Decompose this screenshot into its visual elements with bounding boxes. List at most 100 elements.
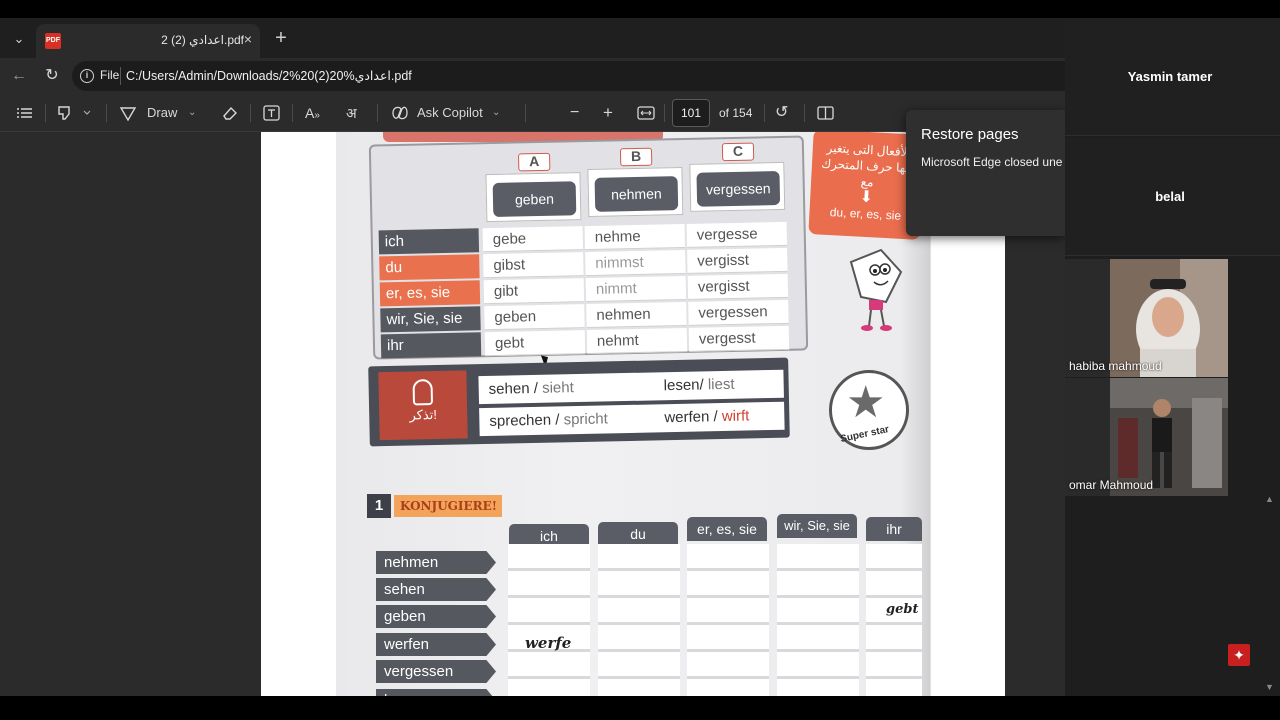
handwritten-answer: werfe <box>525 634 572 652</box>
url-field[interactable]: i File C:/Users/Admin/Downloads/2%20(2)2… <box>72 61 1065 91</box>
table-cell: gebe <box>482 226 584 253</box>
pdf-favicon-icon: PDF <box>45 33 61 49</box>
pronoun-wir-sie-sie: wir, Sie, sie <box>380 306 481 333</box>
table-cell: nehme <box>584 223 686 251</box>
table-cell: vergesst <box>688 325 790 352</box>
column-letter-c: C <box>721 142 755 162</box>
copilot-chevron-down-icon[interactable]: ⌄ <box>492 102 500 124</box>
conj-column <box>598 544 680 696</box>
url-divider <box>120 67 121 85</box>
lightbulb-icon <box>412 379 434 406</box>
highlight-icon[interactable] <box>56 102 96 124</box>
copilot-icon[interactable] <box>390 102 410 124</box>
tab-pdf[interactable]: PDF 2 اعدادي (2).pdf × <box>36 24 260 58</box>
screen: ⌄ PDF 2 اعدادي (2).pdf × + ← ↻ i File C:… <box>0 0 1280 720</box>
zoom-out-button[interactable]: − <box>570 102 579 124</box>
participant-video-tile[interactable]: omar Mahmoud <box>1065 378 1228 496</box>
pronoun-er-es-sie: er, es, sie <box>379 280 481 307</box>
conj-column <box>508 544 590 696</box>
address-bar: ← ↻ i File C:/Users/Admin/Downloads/2%20… <box>0 58 1065 94</box>
participant-tile[interactable]: Yasmin tamer <box>1065 18 1280 136</box>
conj-verb-label: nehmen <box>376 551 496 574</box>
column-verb-label: nehmen <box>594 176 679 212</box>
tip-line-2: sprechen / spricht werfen / wirft <box>479 401 785 437</box>
tip-word-alt: wirft <box>721 407 750 426</box>
exercise-number: 1 <box>367 494 391 518</box>
table-cell: vergisst <box>687 273 789 300</box>
toolbar-divider <box>292 104 293 122</box>
participant-name: Yasmin tamer <box>1127 69 1213 84</box>
participant-name: omar Mahmoud <box>1069 478 1154 492</box>
conj-column <box>777 544 859 696</box>
column-verb-label: geben <box>492 181 577 217</box>
tab-close-icon[interactable]: × <box>244 31 252 47</box>
participant-tile[interactable]: belal <box>1065 138 1280 256</box>
column-head-geben: geben <box>485 172 582 223</box>
toolbar-divider <box>525 104 526 122</box>
translate-icon[interactable]: अ <box>346 102 357 124</box>
url-text[interactable]: C:/Users/Admin/Downloads/2%20(2)20%اعداد… <box>126 68 412 83</box>
edge-window: ⌄ PDF 2 اعدادي (2).pdf × + ← ↻ i File C:… <box>0 18 1065 696</box>
tip-icon-panel: تذكر! <box>378 370 468 441</box>
column-head-nehmen: nehmen <box>587 167 684 217</box>
tab-title: 2 اعدادي (2).pdf <box>161 33 244 47</box>
draw-label[interactable]: Draw <box>147 102 177 124</box>
star-icon: ★ <box>846 378 886 427</box>
toolbar-divider <box>45 104 46 122</box>
new-tab-button[interactable]: + <box>270 27 292 49</box>
toolbar-divider <box>764 104 765 122</box>
page-number-input[interactable]: 101 <box>672 99 710 127</box>
page-view-icon[interactable] <box>816 102 836 124</box>
participant-video-tile[interactable]: habiba mahmoud <box>1065 259 1228 377</box>
tab-actions-menu-icon[interactable]: ⌄ <box>8 28 30 50</box>
super-star-badge: ★ Super star <box>829 370 909 450</box>
table-cell: nimmt <box>585 275 687 303</box>
pronoun-ihr: ihr <box>380 332 482 359</box>
draw-button[interactable] <box>118 102 138 124</box>
add-text-icon[interactable] <box>262 102 282 124</box>
info-icon[interactable]: i <box>80 69 94 83</box>
fit-to-width-icon[interactable] <box>636 102 656 124</box>
conj-verb-label: sehen <box>376 578 496 601</box>
table-cell: gibt <box>483 278 585 305</box>
conj-head-du: du <box>598 522 678 546</box>
rotate-icon[interactable]: ↺ <box>775 102 788 124</box>
tip-slash: / <box>533 379 539 397</box>
tip-word: sehen <box>488 380 530 398</box>
meeting-participants-panel: Yasmin tamer belal habiba mahmoud omar M… <box>1065 18 1280 696</box>
draw-chevron-down-icon[interactable]: ⌄ <box>188 102 196 124</box>
ask-copilot-button[interactable]: Ask Copilot <box>417 102 483 124</box>
table-cell: gibst <box>483 252 584 279</box>
tip-word: sprechen <box>489 411 552 430</box>
conj-head-ihr: ihr <box>866 517 922 541</box>
scroll-up-arrow-icon[interactable]: ▲ <box>1265 494 1274 504</box>
refresh-icon[interactable]: ↻ <box>41 65 63 87</box>
table-cell: vergisst <box>687 247 788 274</box>
tip-word-alt: sieht <box>541 379 574 397</box>
column-letter-a: A <box>518 152 551 172</box>
table-cell: vergessen <box>688 299 789 326</box>
restore-pages-popup[interactable]: Restore pages Microsoft Edge closed une <box>906 110 1065 236</box>
back-arrow-icon[interactable]: ← <box>8 65 30 87</box>
toolbar-divider <box>664 104 665 122</box>
scroll-down-arrow-icon[interactable]: ▼ <box>1265 682 1274 692</box>
column-head-vergessen: vergessen <box>689 161 786 212</box>
participant-name: habiba mahmoud <box>1069 359 1162 373</box>
pronoun-ich: ich <box>378 228 480 255</box>
acrobat-pdf-icon[interactable]: ✦ <box>1228 644 1250 666</box>
read-aloud-icon[interactable]: A» <box>305 102 320 124</box>
zoom-in-button[interactable]: + <box>603 102 613 124</box>
table-cell: vergesse <box>686 221 788 248</box>
participant-name: belal <box>1155 189 1185 204</box>
remember-tip-box: تذكر! sehen / sieht lesen/ liest spreche… <box>368 357 790 447</box>
contents-list-icon[interactable] <box>16 102 34 124</box>
toolbar-divider <box>804 104 805 122</box>
conj-column <box>866 544 922 696</box>
eraser-icon[interactable] <box>220 102 240 124</box>
table-cell: nimmst <box>585 249 686 277</box>
restore-pages-title: Restore pages <box>921 126 1019 143</box>
conj-head-wir-sie-sie: wir, Sie, sie <box>777 514 857 538</box>
tip-word-alt: spricht <box>563 410 608 429</box>
toolbar-divider <box>250 104 251 122</box>
conj-column <box>687 544 769 696</box>
